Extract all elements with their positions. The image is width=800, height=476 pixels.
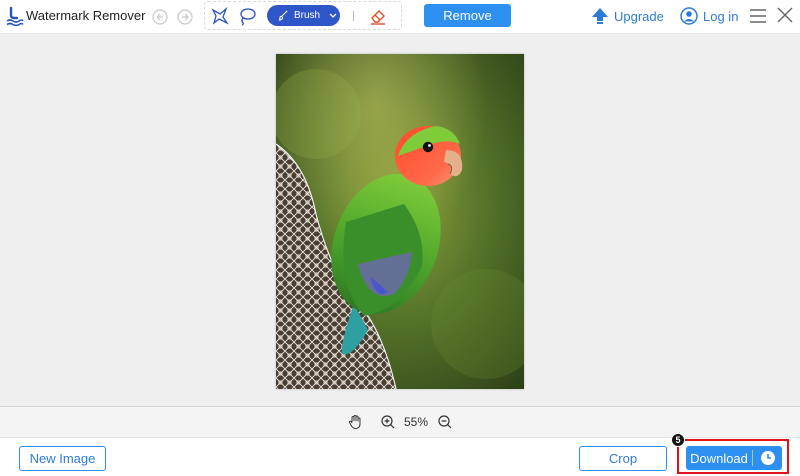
login-button[interactable]: Log in [680, 5, 738, 27]
crop-button[interactable]: Crop [579, 446, 667, 471]
step-badge: 5 [671, 433, 685, 447]
login-label: Log in [703, 8, 739, 24]
hand-icon[interactable] [347, 414, 363, 430]
top-toolbar: Watermark Remover Brush Remove Upgrade L… [0, 0, 800, 34]
toolbar-divider [353, 11, 354, 21]
redo-icon[interactable] [177, 9, 193, 25]
zoom-level: 55% [404, 415, 429, 429]
app-title: Watermark Remover [26, 8, 146, 23]
download-divider [752, 450, 753, 466]
upgrade-button[interactable]: Upgrade [591, 5, 664, 27]
undo-icon[interactable] [152, 9, 168, 25]
upload-arrow-icon [592, 8, 608, 24]
user-icon [680, 7, 698, 25]
zoom-in-icon[interactable] [380, 414, 396, 430]
editing-canvas[interactable] [0, 35, 800, 406]
brush-tool-button[interactable]: Brush [267, 5, 340, 26]
selection-tool-group: Brush [204, 1, 402, 30]
parrot-photo[interactable] [276, 54, 524, 389]
brush-label: Brush [294, 10, 321, 21]
remove-button[interactable]: Remove [424, 4, 511, 27]
new-image-button[interactable]: New Image [19, 446, 106, 471]
upgrade-label: Upgrade [614, 8, 664, 24]
download-label: Download [690, 450, 748, 466]
download-button[interactable]: Download [686, 446, 782, 470]
polygon-select-icon[interactable] [210, 6, 230, 26]
clock-icon [761, 451, 775, 465]
chevron-down-icon [329, 13, 337, 18]
brush-icon [278, 10, 288, 21]
menu-icon[interactable] [749, 7, 767, 25]
eraser-icon[interactable] [368, 6, 388, 26]
close-icon[interactable] [776, 6, 794, 24]
app-logo-icon [6, 6, 24, 26]
lasso-icon[interactable] [237, 6, 257, 26]
zoom-out-icon[interactable] [437, 414, 453, 430]
